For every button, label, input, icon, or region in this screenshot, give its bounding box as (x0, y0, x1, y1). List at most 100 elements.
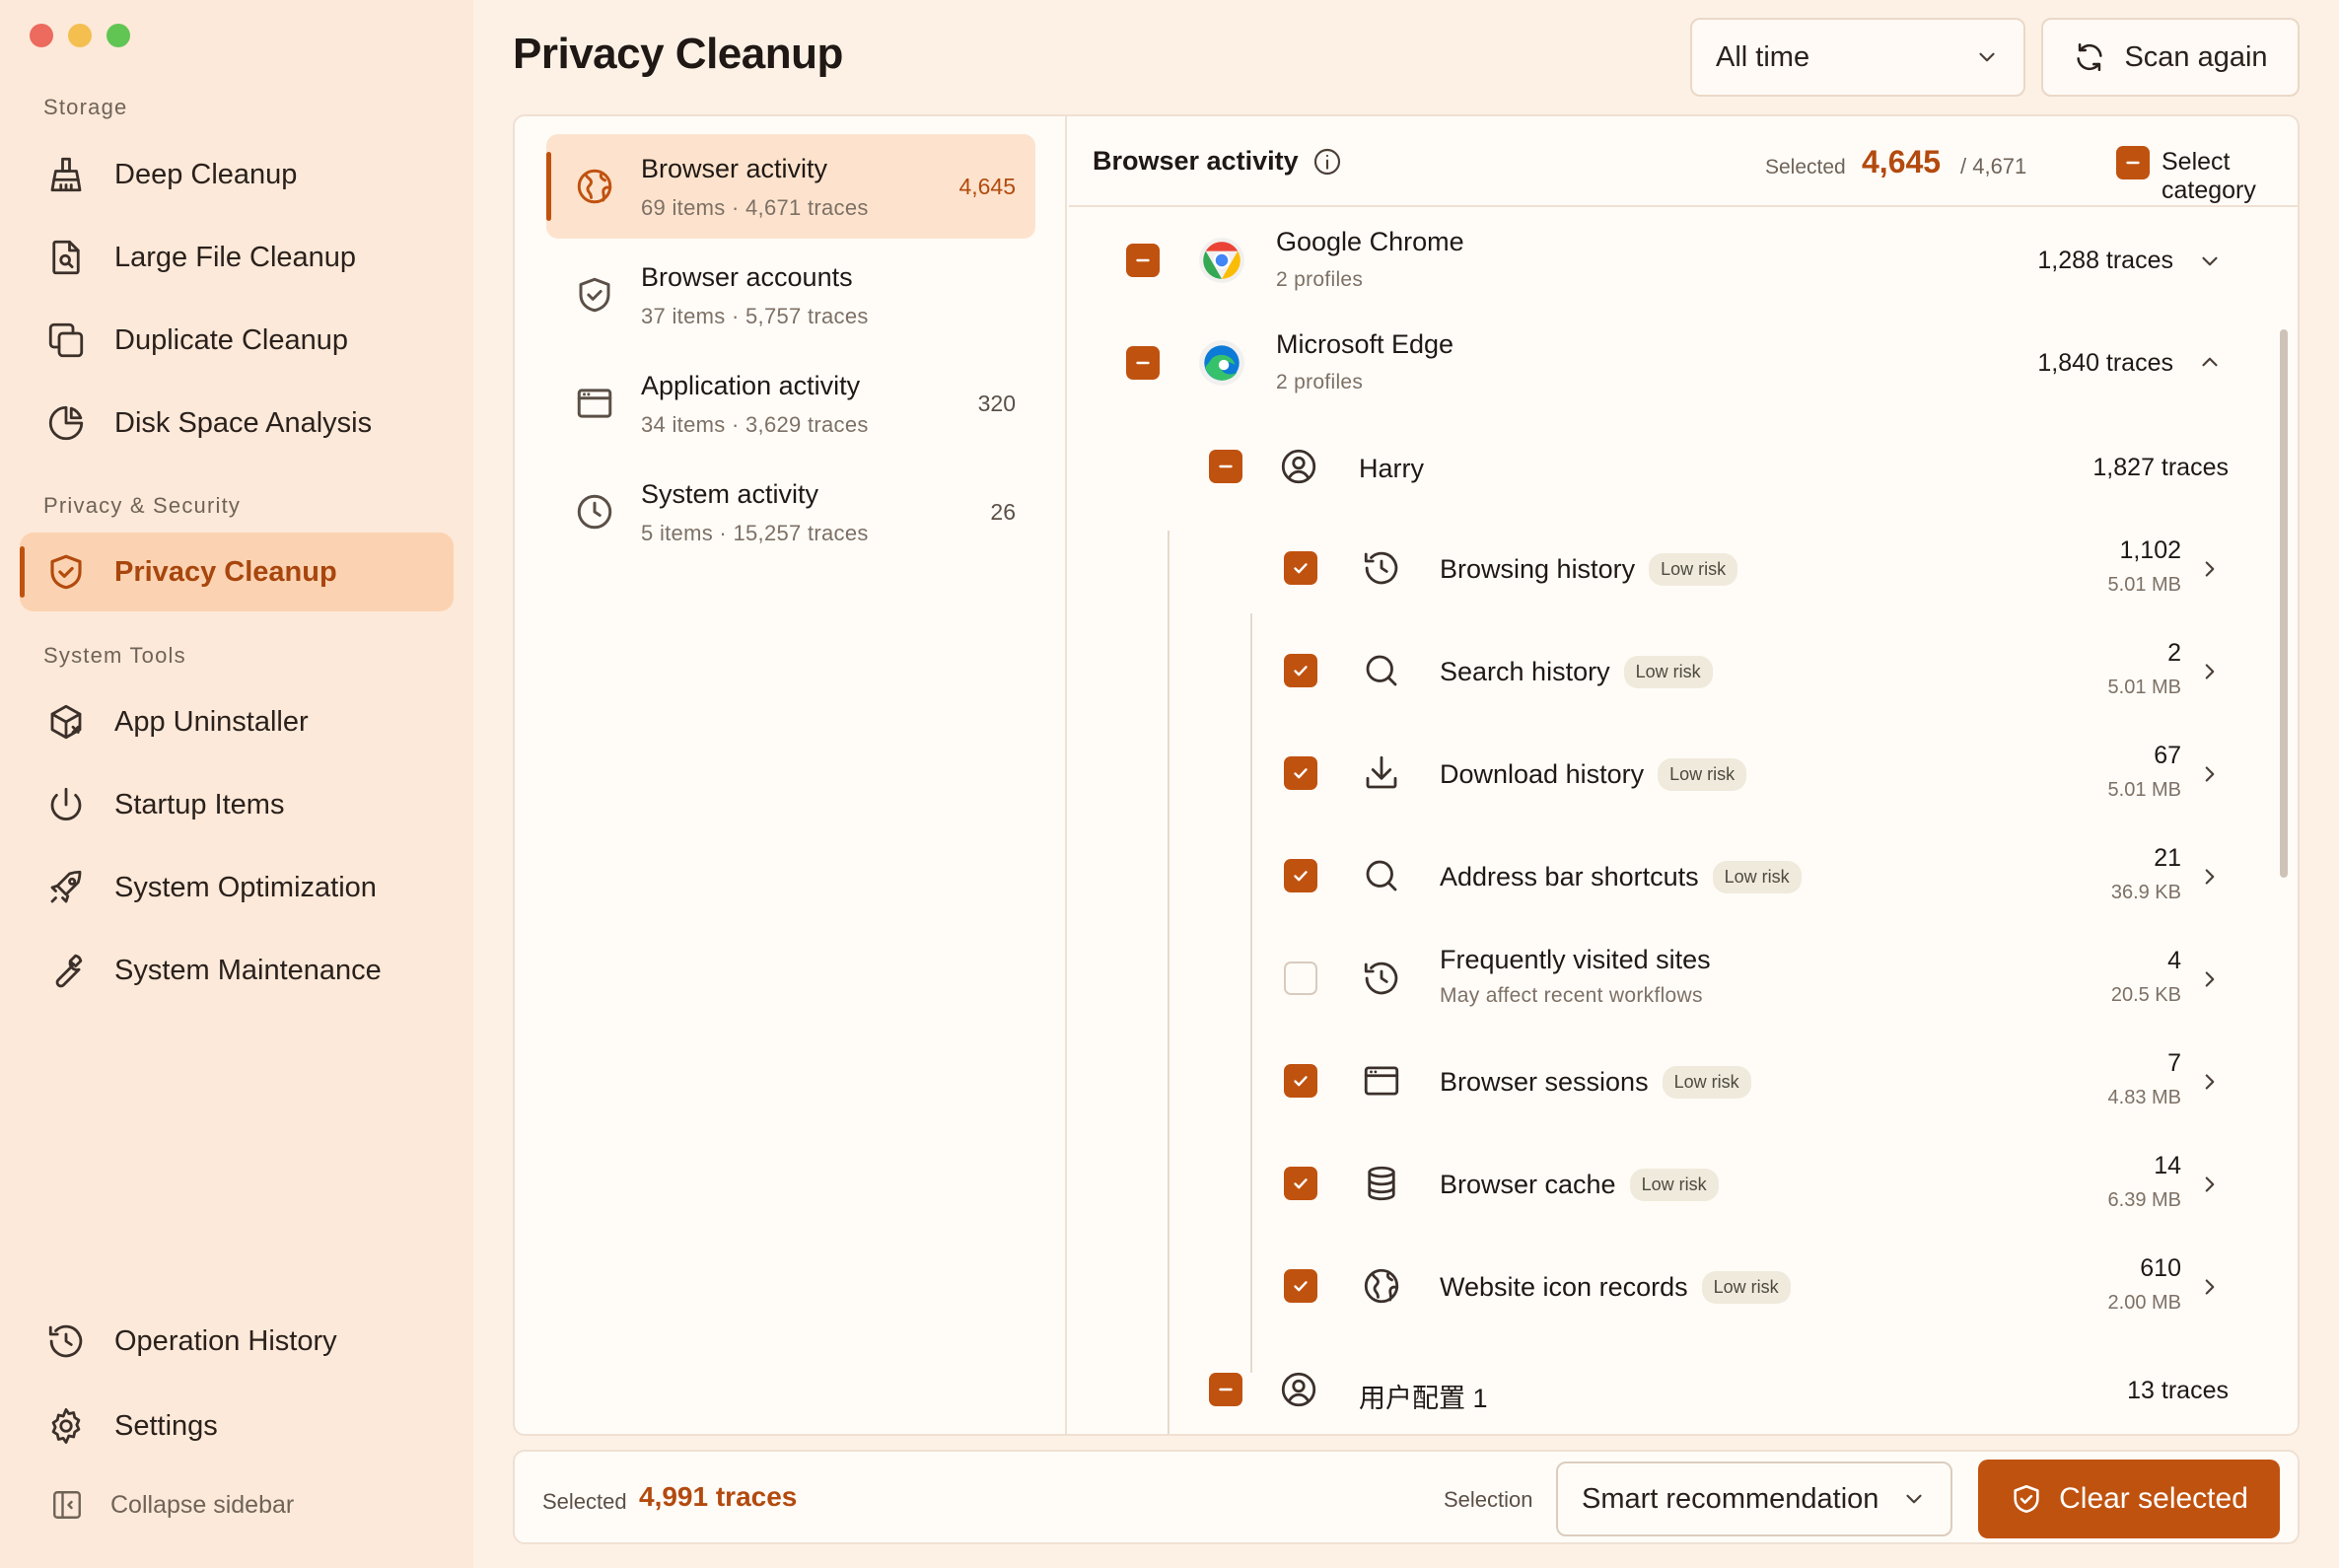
item-size: 36.9 KB (2110, 882, 2181, 903)
browser-checkbox[interactable] (1126, 244, 1160, 277)
download-icon (1366, 755, 1397, 789)
time-range-select[interactable]: All time (1690, 18, 2025, 97)
scan-again-button[interactable]: Scan again (2041, 18, 2300, 97)
sidebar-item-settings[interactable]: Settings (20, 1387, 454, 1465)
detail-pane: Browser activity Selected 4,645 / 4,671 … (1069, 116, 2298, 1434)
section-label-system-tools: System Tools (43, 643, 186, 668)
chevron-right-icon[interactable] (2197, 659, 2223, 684)
sidebar-item-label: System Maintenance (114, 954, 382, 986)
minimize-window-button[interactable] (68, 24, 92, 47)
trace-item-browser-cache[interactable]: Browser cache Low risk 14 6.39 MB (1069, 1132, 2278, 1235)
chevron-right-icon[interactable] (2197, 1274, 2223, 1300)
zoom-window-button[interactable] (106, 24, 130, 47)
browser-checkbox[interactable] (1126, 346, 1160, 380)
item-note: May affect recent workflows (1440, 984, 1703, 1007)
chevron-right-icon[interactable] (2197, 966, 2223, 992)
item-checkbox[interactable] (1284, 1064, 1317, 1098)
sidebar-item-duplicate-cleanup[interactable]: Duplicate Cleanup (20, 301, 454, 380)
category-browser-accounts[interactable]: Browser accounts 37 items · 5,757 traces (546, 243, 1035, 347)
chevron-right-icon[interactable] (2197, 761, 2223, 787)
sidebar-item-app-uninstaller[interactable]: App Uninstaller (20, 682, 454, 761)
item-checkbox[interactable] (1284, 1269, 1317, 1303)
action-footer: Selected 4,991 traces Selection Smart re… (513, 1450, 2300, 1544)
item-checkbox[interactable] (1284, 756, 1317, 790)
item-name: Search history (1440, 657, 1610, 686)
sidebar-item-label: System Optimization (114, 871, 377, 903)
check-icon (1294, 768, 1308, 779)
chevron-up-icon[interactable] (2197, 349, 2223, 375)
item-count: 67 (2154, 742, 2181, 769)
sidebar-item-label: Startup Items (114, 788, 285, 820)
collapse-sidebar-label: Collapse sidebar (110, 1490, 295, 1519)
check-icon (1294, 563, 1308, 574)
risk-badge: Low risk (1658, 758, 1747, 791)
risk-badge: Low risk (1649, 553, 1738, 586)
chevron-right-icon[interactable] (2197, 864, 2223, 890)
info-icon[interactable] (1311, 146, 1343, 178)
sidebar-item-system-optimization[interactable]: System Optimization (20, 848, 454, 927)
scrollbar-thumb[interactable] (2280, 329, 2288, 878)
sidebar-item-privacy-cleanup[interactable]: Privacy Cleanup (20, 533, 454, 611)
trace-item-frequently-visited-sites[interactable]: Frequently visited sites May affect rece… (1069, 927, 2278, 1030)
browser-profiles: 2 profiles (1276, 268, 1364, 291)
chevron-right-icon[interactable] (2197, 1172, 2223, 1197)
trace-item-website-icon-records[interactable]: Website icon records Low risk 610 2.00 MB (1069, 1235, 2278, 1337)
item-name-wrap: Browser cache Low risk (1440, 1169, 1719, 1201)
item-name: Website icon records (1440, 1272, 1688, 1302)
profile-checkbox[interactable] (1209, 450, 1242, 483)
profile-row-harry[interactable]: Harry 1,827 traces (1069, 414, 2278, 517)
trace-item-address-bar-shortcuts[interactable]: Address bar shortcuts Low risk 21 36.9 KB (1069, 824, 2278, 927)
profile-checkbox[interactable] (1209, 1373, 1242, 1406)
trace-item-download-history[interactable]: Download history Low risk 67 5.01 MB (1069, 722, 2278, 824)
sidebar-item-operation-history[interactable]: Operation History (20, 1302, 454, 1381)
category-browser-activity[interactable]: Browser activity 69 items · 4,671 traces… (546, 134, 1035, 239)
category-application-activity[interactable]: Application activity 34 items · 3,629 tr… (546, 351, 1035, 456)
category-count: 320 (977, 391, 1016, 416)
section-label-storage: Storage (43, 95, 128, 119)
minus-icon (1136, 361, 1150, 365)
select-category-label: Select category (2162, 148, 2256, 204)
category-meta: 34 items · 3,629 traces (641, 412, 869, 437)
user-circle-icon (1281, 449, 1316, 484)
check-icon (1294, 1178, 1308, 1189)
sidebar-item-startup-items[interactable]: Startup Items (20, 765, 454, 844)
shield-check-icon (2014, 1484, 2039, 1514)
sidebar-item-label: Duplicate Cleanup (114, 323, 348, 356)
sidebar-item-disk-space-analysis[interactable]: Disk Space Analysis (20, 384, 454, 463)
item-checkbox[interactable] (1284, 654, 1317, 687)
trace-item-browsing-history[interactable]: Browsing history Low risk 1,102 5.01 MB (1069, 517, 2278, 619)
sidebar-item-deep-cleanup[interactable]: Deep Cleanup (20, 135, 454, 214)
chevron-down-icon[interactable] (2197, 249, 2223, 274)
profile-name: 用户配置 1 (1359, 1384, 1488, 1413)
sidebar-item-system-maintenance[interactable]: System Maintenance (20, 931, 454, 1010)
risk-badge: Low risk (1623, 656, 1713, 688)
detail-header: Browser activity Selected 4,645 / 4,671 … (1069, 116, 2298, 207)
browser-name: Google Chrome (1276, 227, 1464, 256)
close-window-button[interactable] (30, 24, 53, 47)
window-icon (1364, 1066, 1399, 1096)
item-checkbox[interactable] (1284, 551, 1317, 585)
collapse-sidebar-button[interactable]: Collapse sidebar (49, 1487, 294, 1523)
clear-selected-button[interactable]: Clear selected (1978, 1460, 2280, 1538)
check-icon (1294, 871, 1308, 882)
browser-traces: 1,840 traces (2037, 349, 2173, 377)
category-system-activity[interactable]: System activity 5 items · 15,257 traces … (546, 460, 1035, 564)
selection-mode-select[interactable]: Smart recommendation (1556, 1461, 1952, 1536)
chevron-right-icon[interactable] (2197, 556, 2223, 582)
sidebar-item-large-file-cleanup[interactable]: Large File Cleanup (20, 218, 454, 297)
item-checkbox[interactable] (1284, 859, 1317, 892)
trace-item-search-history[interactable]: Search history Low risk 2 5.01 MB (1069, 619, 2278, 722)
refresh-icon (2077, 42, 2103, 72)
item-checkbox[interactable] (1284, 1167, 1317, 1200)
item-size: 5.01 MB (2107, 574, 2181, 596)
profile-row-profile-1[interactable]: 用户配置 1 13 traces (1069, 1337, 2278, 1434)
browser-row-chrome[interactable]: Google Chrome 2 profiles 1,288 traces (1069, 209, 2278, 312)
chevron-right-icon[interactable] (2197, 1069, 2223, 1095)
select-category-checkbox[interactable] (2116, 146, 2150, 179)
trace-item-browser-sessions[interactable]: Browser sessions Low risk 7 4.83 MB (1069, 1030, 2278, 1132)
browser-row-edge[interactable]: Microsoft Edge 2 profiles 1,840 traces (1069, 312, 2278, 414)
history-icon (1364, 551, 1398, 585)
item-checkbox[interactable] (1284, 962, 1317, 995)
globe-icon (577, 169, 612, 204)
search-icon (1366, 655, 1397, 686)
